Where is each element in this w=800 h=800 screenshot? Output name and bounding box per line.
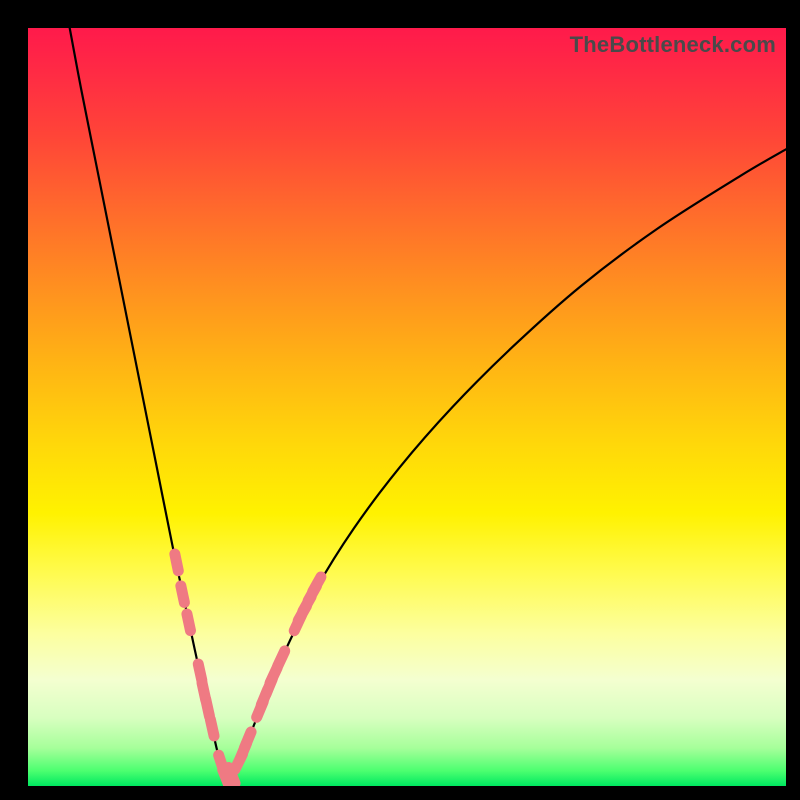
curve-layer (28, 28, 786, 786)
marker-capsule (278, 651, 285, 666)
marker-capsule (181, 586, 185, 603)
outer-frame: TheBottleneck.com (0, 0, 800, 800)
marker-capsule (245, 732, 251, 748)
marker-group (175, 554, 321, 785)
marker-capsule (210, 719, 214, 736)
marker-capsule (313, 577, 321, 592)
plot-area: TheBottleneck.com (28, 28, 786, 786)
marker-capsule (175, 554, 178, 571)
curve-right-branch (227, 149, 786, 782)
marker-capsule (187, 614, 191, 631)
marker-capsule (206, 700, 210, 717)
